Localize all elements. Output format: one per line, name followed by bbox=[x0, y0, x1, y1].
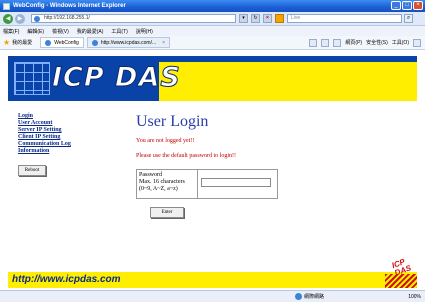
command-bar: 網頁(P) 安全性(S) 工具(O) bbox=[309, 38, 425, 47]
tab-close-icon[interactable]: × bbox=[162, 40, 165, 46]
sidebar-item-user-account[interactable]: User Account bbox=[18, 120, 108, 127]
stop-icon[interactable]: × bbox=[263, 14, 272, 23]
banner-grid-graphic bbox=[14, 62, 50, 95]
zoom-level[interactable]: 100% bbox=[408, 294, 425, 300]
tab-label: http://www.icpdas.com/... bbox=[100, 39, 157, 46]
not-logged-message: You are not logged yet!! bbox=[136, 138, 195, 144]
close-button[interactable]: × bbox=[413, 1, 423, 10]
menu-tools[interactable]: 工具(T) bbox=[111, 28, 127, 35]
favorites-bar: ★ 我的最愛 WebConfig http://www.icpdas.com/.… bbox=[0, 36, 425, 50]
icpdas-footer-mark: ICP DAS bbox=[385, 257, 417, 288]
back-button[interactable]: ◀ bbox=[3, 13, 13, 24]
page-icon bbox=[34, 16, 40, 22]
print-icon[interactable] bbox=[333, 38, 342, 47]
feeds-icon[interactable] bbox=[321, 38, 330, 47]
menu-tools-cmd[interactable]: 工具(O) bbox=[392, 39, 409, 46]
status-bar: 網際網路 100% bbox=[0, 290, 425, 302]
header-banner: ICP DAS bbox=[8, 56, 417, 101]
window-controls: _ □ × bbox=[391, 1, 423, 10]
password-hint-length: Max. 16 characters bbox=[139, 179, 185, 185]
password-hint-chars: (0~9, A~Z, a~z) bbox=[139, 186, 178, 192]
menu-view[interactable]: 檢視(V) bbox=[52, 28, 69, 35]
password-label-cell: Password Max. 16 characters (0~9, A~Z, a… bbox=[137, 170, 198, 198]
live-search-icon bbox=[275, 14, 284, 23]
sidebar-item-client-ip-setting[interactable]: Client IP Setting bbox=[18, 134, 108, 141]
window-titlebar: WebConfig - Windows Internet Explorer _ … bbox=[0, 0, 425, 12]
tab-page-icon bbox=[45, 39, 52, 46]
tab-icpdas[interactable]: http://www.icpdas.com/... × bbox=[86, 37, 171, 48]
menu-page[interactable]: 網頁(P) bbox=[345, 39, 362, 46]
page-title: User Login bbox=[136, 113, 209, 130]
forward-button[interactable]: ▶ bbox=[15, 13, 25, 24]
address-toolbar: ◀ ▶ http://192.168.255.1/ ▾ ↻ × Live ⌕ bbox=[0, 12, 425, 26]
globe-icon bbox=[295, 293, 302, 300]
ie-icon bbox=[3, 2, 10, 10]
menu-safety[interactable]: 安全性(S) bbox=[366, 39, 388, 46]
footer-stripes bbox=[385, 274, 417, 288]
footer-banner: http://www.icpdas.com ICP DAS bbox=[8, 257, 417, 288]
tab-webconfig[interactable]: WebConfig bbox=[40, 37, 84, 48]
password-field[interactable] bbox=[201, 178, 271, 187]
enter-button[interactable]: Enter bbox=[150, 207, 184, 218]
footer-website-link[interactable]: http://www.icpdas.com bbox=[12, 274, 121, 285]
menu-file[interactable]: 檔案(F) bbox=[3, 28, 19, 35]
search-icon[interactable]: ⌕ bbox=[404, 14, 413, 23]
default-password-message: Please use the default password to login… bbox=[136, 153, 236, 159]
sidebar-item-login[interactable]: Login bbox=[18, 113, 108, 120]
help-icon[interactable] bbox=[413, 38, 421, 47]
password-input-cell bbox=[198, 170, 277, 198]
banner-stripe bbox=[159, 56, 417, 62]
password-table: Password Max. 16 characters (0~9, A~Z, a… bbox=[136, 169, 278, 199]
address-url: http://192.168.255.1/ bbox=[44, 15, 90, 21]
tab-label: WebConfig bbox=[54, 39, 79, 46]
search-input[interactable]: Live bbox=[287, 14, 402, 23]
tab-page-icon bbox=[91, 39, 98, 46]
login-panel: User Login You are not logged yet!! Plea… bbox=[136, 113, 396, 218]
favorites-label[interactable]: 我的最愛 bbox=[12, 39, 32, 46]
maximize-button[interactable]: □ bbox=[402, 1, 412, 10]
minimize-button[interactable]: _ bbox=[391, 1, 401, 10]
home-icon[interactable] bbox=[309, 38, 318, 47]
sidebar-nav: Login User Account Server IP Setting Cli… bbox=[18, 113, 108, 176]
sidebar-item-server-ip-setting[interactable]: Server IP Setting bbox=[18, 127, 108, 134]
reboot-button[interactable]: Reboot bbox=[18, 165, 46, 176]
sidebar-item-communication-log[interactable]: Communication Log bbox=[18, 141, 108, 148]
security-zone: 網際網路 bbox=[295, 293, 324, 300]
favorites-star-icon[interactable]: ★ bbox=[3, 38, 10, 47]
address-input[interactable]: http://192.168.255.1/ bbox=[31, 14, 236, 23]
menu-favorites[interactable]: 我的最愛(A) bbox=[77, 28, 104, 35]
menu-help[interactable]: 說明(H) bbox=[136, 28, 153, 35]
dropdown-icon[interactable]: ▾ bbox=[239, 14, 248, 23]
menu-bar: 檔案(F) 編輯(E) 檢視(V) 我的最愛(A) 工具(T) 說明(H) bbox=[0, 26, 425, 36]
sidebar-item-information[interactable]: Information bbox=[18, 148, 108, 155]
zone-label: 網際網路 bbox=[304, 294, 325, 300]
menu-edit[interactable]: 編輯(E) bbox=[27, 28, 44, 35]
window-title: WebConfig - Windows Internet Explorer bbox=[13, 3, 126, 9]
refresh-icon[interactable]: ↻ bbox=[251, 14, 260, 23]
password-label: Password bbox=[139, 172, 163, 178]
icpdas-logo: ICP DAS bbox=[52, 62, 181, 94]
